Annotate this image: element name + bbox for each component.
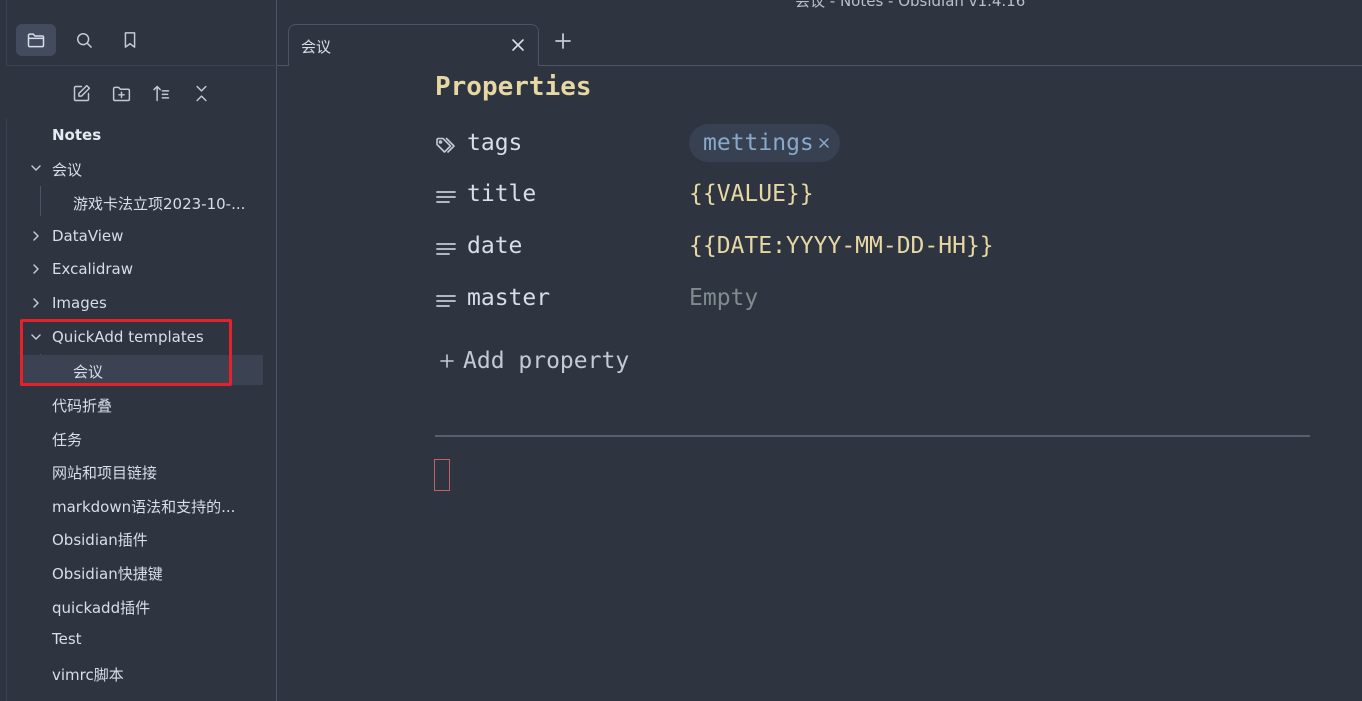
tree-file-markdown-syntax[interactable]: markdown语法和支持的...	[23, 490, 263, 520]
search-icon	[77, 33, 92, 48]
tree-folder-dataview[interactable]: DataView	[23, 221, 263, 251]
new-note-button[interactable]	[68, 80, 94, 106]
file-tree: Notes 会议 游戏卡法立项2023-10-... DataView Exca…	[6, 118, 277, 701]
editor-pane: Properties tags mettings title {{VALUE}}…	[277, 66, 1362, 701]
tree-folder-images[interactable]: Images	[23, 288, 263, 318]
text-cursor[interactable]	[434, 459, 450, 491]
tree-item-label: vimrc脚本	[52, 666, 124, 684]
tree-item-label: 游戏卡法立项2023-10-...	[73, 195, 246, 213]
tree-item-label: 代码折叠	[52, 397, 113, 415]
add-property-label: Add property	[463, 348, 630, 374]
property-row-tags[interactable]: tags mettings	[435, 124, 1335, 162]
properties-heading: Properties	[435, 72, 592, 102]
obsidian-window: 会议 - Notes - Obsidian v1.4.16 Notes 会议 游…	[0, 0, 1362, 701]
property-value-placeholder[interactable]: Empty	[689, 285, 758, 311]
vault-name: Notes	[52, 126, 102, 144]
tags-icon	[436, 137, 455, 153]
sort-icon	[152, 85, 169, 101]
new-tab-icon[interactable]	[553, 31, 573, 51]
tree-item-label: markdown语法和支持的...	[52, 498, 236, 516]
plus-icon	[440, 354, 454, 368]
bookmarks-tab-button[interactable]	[110, 24, 150, 56]
tree-file-vimrc[interactable]: vimrc脚本	[23, 658, 263, 688]
text-icon	[436, 295, 456, 307]
property-row-master[interactable]: master Empty	[435, 283, 1335, 317]
file-explorer-actions	[68, 80, 218, 106]
chevron-down-icon	[31, 165, 41, 171]
bookmark-icon	[124, 32, 136, 48]
chevron-right-icon	[33, 298, 39, 308]
add-property-button[interactable]: Add property	[439, 344, 629, 378]
tree-item-label: Excalidraw	[52, 260, 134, 278]
tree-item-label: 会议	[52, 161, 83, 179]
tree-folder-excalidraw[interactable]: Excalidraw	[23, 254, 263, 284]
tab-title: 会议	[301, 38, 332, 56]
tree-file-game-project[interactable]: 游戏卡法立项2023-10-...	[23, 187, 263, 217]
text-icon	[436, 243, 456, 255]
remove-tag-icon[interactable]	[818, 137, 830, 149]
tree-folder-huiyi[interactable]: 会议	[23, 153, 263, 183]
collapse-all-button[interactable]	[188, 80, 214, 106]
tag-text: mettings	[703, 130, 814, 156]
property-key: title	[467, 181, 537, 207]
search-tab-button[interactable]	[64, 24, 104, 56]
tree-item-label: Obsidian快捷键	[52, 565, 163, 583]
left-sidebar: Notes 会议 游戏卡法立项2023-10-... DataView Exca…	[0, 0, 277, 701]
property-value[interactable]: {{DATE:YYYY-MM-DD-HH}}	[689, 233, 994, 259]
tree-item-label: quickadd插件	[52, 599, 151, 617]
tab-bar: 会议	[277, 0, 1362, 66]
tree-item-label: 网站和项目链接	[52, 464, 158, 482]
tree-item-label: Obsidian插件	[52, 531, 148, 549]
tree-item-label: Test	[52, 630, 82, 648]
tree-item-label: DataView	[52, 227, 124, 245]
properties-divider	[435, 435, 1310, 437]
new-folder-icon	[112, 86, 130, 101]
files-tab-button[interactable]	[16, 24, 56, 56]
chevron-right-icon	[33, 231, 39, 241]
annotation-highlight-box	[20, 319, 232, 386]
tag-pill[interactable]: mettings	[689, 124, 840, 162]
tree-file-obsidian-plugins[interactable]: Obsidian插件	[23, 523, 263, 553]
property-row-title[interactable]: title {{VALUE}}	[435, 179, 1335, 213]
folder-icon	[27, 33, 45, 48]
sort-button[interactable]	[148, 80, 174, 106]
tab-huiyi[interactable]: 会议	[288, 24, 539, 66]
collapse-all-icon	[195, 85, 207, 101]
tree-file-tasks[interactable]: 任务	[23, 423, 263, 453]
property-key: tags	[467, 130, 523, 156]
property-row-date[interactable]: date {{DATE:YYYY-MM-DD-HH}}	[435, 231, 1335, 265]
tree-file-website-links[interactable]: 网站和项目链接	[23, 456, 263, 486]
chevron-right-icon	[33, 264, 39, 274]
close-icon[interactable]	[510, 37, 526, 53]
tree-file-quickadd-plugin[interactable]: quickadd插件	[23, 591, 263, 621]
tree-file-code-folding[interactable]: 代码折叠	[23, 389, 263, 419]
property-key: master	[467, 285, 551, 311]
property-key: date	[467, 233, 523, 259]
new-folder-button[interactable]	[108, 80, 134, 106]
tree-file-test[interactable]: Test	[23, 624, 263, 654]
sidebar-tab-header	[6, 0, 277, 66]
tree-file-obsidian-shortcuts[interactable]: Obsidian快捷键	[23, 557, 263, 587]
new-note-icon	[73, 84, 90, 101]
tree-item-label: 任务	[52, 431, 83, 449]
tree-item-label: Images	[52, 294, 107, 312]
text-icon	[436, 191, 456, 203]
property-value[interactable]: {{VALUE}}	[689, 181, 814, 207]
